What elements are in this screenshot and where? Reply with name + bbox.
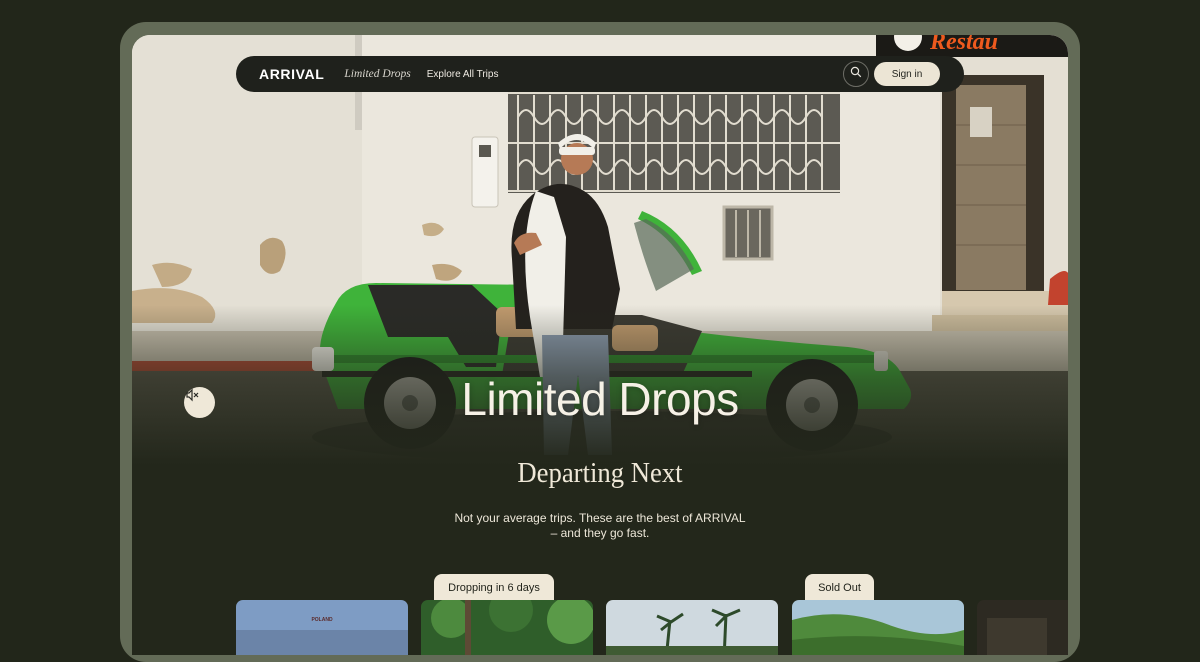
arrival-logo[interactable]: ARRIVAL (259, 66, 324, 82)
top-navbar: ARRIVAL Limited Drops Explore All Trips … (236, 56, 964, 92)
trip-card-image (421, 600, 593, 655)
section-title: Departing Next (517, 457, 683, 489)
trip-card-image (977, 600, 1068, 655)
mute-button[interactable] (184, 387, 215, 418)
trip-card[interactable] (977, 600, 1068, 655)
sign-in-button[interactable]: Sign in (874, 62, 940, 86)
status-badge: Dropping in 6 days (434, 574, 554, 601)
storefront-sign: Restau (929, 35, 998, 55)
browser-screen: Restau Limited Drops ARRIVAL Limited Dro… (132, 35, 1068, 655)
trip-card-label: POLAND (311, 617, 333, 623)
nav-link-limited-drops[interactable]: Limited Drops (344, 68, 410, 80)
nav-link-explore-all-trips[interactable]: Explore All Trips (427, 69, 499, 80)
trip-card[interactable] (606, 600, 778, 655)
search-button[interactable] (843, 61, 869, 87)
section-description: Not your average trips. These are the be… (454, 511, 746, 540)
hero-title: Limited Drops (461, 373, 739, 425)
trip-card[interactable]: POLAND (236, 600, 408, 655)
trip-card[interactable] (792, 600, 964, 655)
status-badge: Sold Out (805, 574, 874, 601)
search-icon (850, 65, 862, 83)
trip-card-image (236, 600, 408, 655)
trip-card-image (792, 600, 964, 655)
hero-video: Restau Limited Drops (132, 35, 1068, 465)
trip-card-image (606, 600, 778, 655)
trip-card[interactable] (421, 600, 593, 655)
